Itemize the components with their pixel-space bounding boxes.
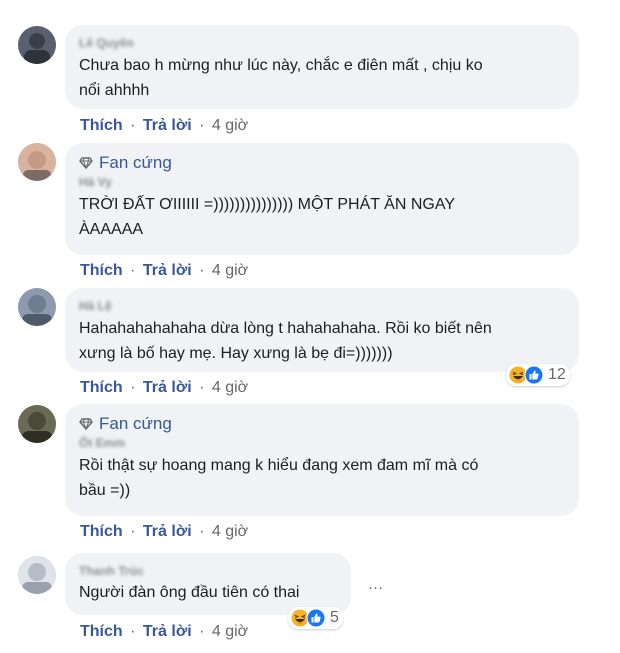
avatar[interactable] (18, 405, 56, 443)
avatar[interactable] (18, 288, 56, 326)
like-button[interactable]: Thích (80, 117, 123, 134)
comment-actions: Thích · Trả lời · 4 giờ (80, 116, 248, 136)
comment-time[interactable]: 4 giờ (212, 262, 248, 279)
reply-button[interactable]: Trả lời (143, 262, 192, 279)
like-button[interactable]: Thích (80, 623, 123, 640)
reply-button[interactable]: Trả lời (143, 623, 192, 640)
comment-text: Người đàn ông đầu tiên có thai (79, 584, 300, 601)
reaction-summary[interactable]: 12 (506, 364, 570, 386)
reply-button[interactable]: Trả lời (143, 117, 192, 134)
avatar[interactable] (18, 26, 56, 64)
avatar[interactable] (18, 556, 56, 594)
like-button[interactable]: Thích (80, 523, 123, 540)
more-options-button[interactable]: … (362, 571, 390, 599)
comment-time[interactable]: 4 giờ (212, 117, 248, 134)
comment-bubble: Lê Quyên Chưa bao h mừng như lúc này, ch… (65, 25, 579, 109)
separator-dot: · (130, 523, 136, 540)
badge-label: Fan cứng (99, 153, 172, 172)
comment-bubble: Fan cứng Ốt Emm Rồi thật sự hoang mang k… (65, 404, 579, 516)
reaction-summary[interactable]: 5 (288, 607, 343, 629)
fan-badge[interactable]: Fan cứng (79, 414, 565, 434)
like-button[interactable]: Thích (80, 262, 123, 279)
comment-time[interactable]: 4 giờ (212, 523, 248, 540)
comment-text: Rồi thật sự hoang mang k hiểu đang xem đ… (79, 457, 479, 499)
comment-time[interactable]: 4 giờ (212, 379, 248, 396)
badge-label: Fan cứng (99, 414, 172, 433)
comment-actions: Thích · Trả lời · 4 giờ (80, 522, 248, 542)
comment-bubble: Thanh Trúc Người đàn ông đầu tiên có tha… (65, 553, 351, 615)
separator-dot: · (199, 117, 205, 134)
separator-dot: · (199, 623, 205, 640)
like-button[interactable]: Thích (80, 379, 123, 396)
reply-button[interactable]: Trả lời (143, 379, 192, 396)
comment-author[interactable]: Thanh Trúc (79, 563, 337, 579)
comment-bubble: Fan cứng Hà Vy TRỜI ĐẤT ƠIIIIII =)))))))… (65, 143, 579, 255)
like-icon (306, 608, 326, 628)
comment-actions: Thích · Trả lời · 4 giờ (80, 378, 248, 398)
reaction-count: 5 (330, 609, 339, 626)
comment-author[interactable]: Hà Lệ (79, 298, 565, 314)
comment-text: Hahahahahahaha dừa lòng t hahahahaha. Rồ… (79, 320, 492, 362)
fan-badge[interactable]: Fan cứng (79, 153, 565, 173)
like-icon (524, 365, 544, 385)
reply-button[interactable]: Trả lời (143, 523, 192, 540)
separator-dot: · (130, 262, 136, 279)
comment-author[interactable]: Lê Quyên (79, 35, 565, 51)
diamond-icon (79, 418, 93, 431)
diamond-icon (79, 157, 93, 170)
separator-dot: · (130, 117, 136, 134)
separator-dot: · (130, 623, 136, 640)
separator-dot: · (199, 262, 205, 279)
separator-dot: · (199, 523, 205, 540)
comment-actions: Thích · Trả lời · 4 giờ (80, 622, 248, 642)
reaction-count: 12 (548, 366, 566, 383)
comment-bubble: Hà Lệ Hahahahahahaha dừa lòng t hahahaha… (65, 288, 579, 372)
avatar[interactable] (18, 143, 56, 181)
comment-text: Chưa bao h mừng như lúc này, chắc e điên… (79, 57, 483, 99)
comment-actions: Thích · Trả lời · 4 giờ (80, 261, 248, 281)
comment-time[interactable]: 4 giờ (212, 623, 248, 640)
comment-author[interactable]: Hà Vy (79, 174, 565, 190)
comment-text: TRỜI ĐẤT ƠIIIIII =))))))))))))))) MỘT PH… (79, 196, 455, 238)
comment-author[interactable]: Ốt Emm (79, 435, 565, 451)
separator-dot: · (130, 379, 136, 396)
separator-dot: · (199, 379, 205, 396)
more-icon: … (367, 576, 385, 593)
